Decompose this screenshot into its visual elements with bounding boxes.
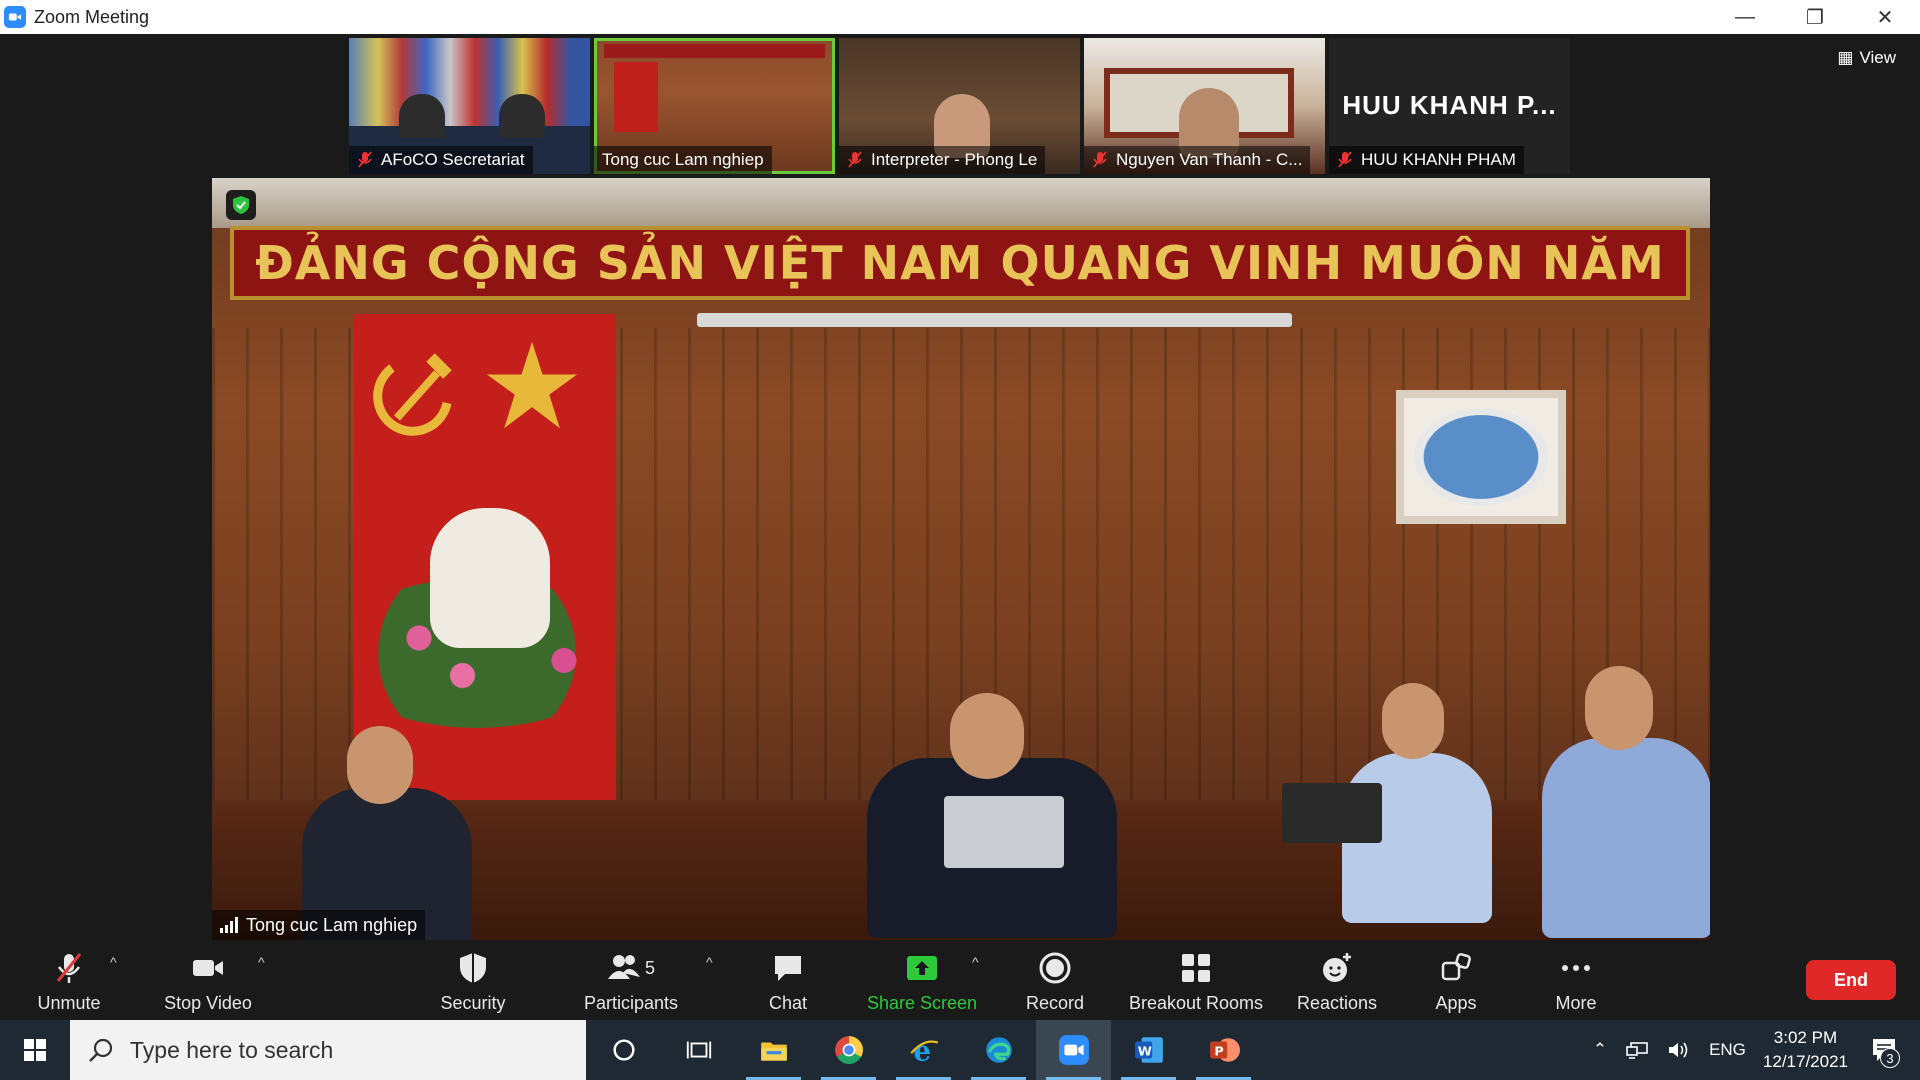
share-screen-icon — [902, 949, 942, 987]
breakout-rooms-button[interactable]: Breakout Rooms — [1126, 940, 1266, 1020]
zoom-app-icon — [4, 6, 26, 28]
internet-explorer-icon[interactable]: e — [886, 1020, 961, 1080]
muted-mic-icon — [1092, 151, 1108, 169]
restore-button[interactable]: ❐ — [1780, 0, 1850, 34]
wall-banner: ĐẢNG CỘNG SẢN VIỆT NAM QUANG VINH MUÔN N… — [230, 226, 1690, 300]
taskbar-search-box[interactable]: Type here to search — [70, 1020, 586, 1080]
participant-big-name: HUU KHANH P... — [1342, 90, 1557, 120]
notification-count-badge: 3 — [1880, 1048, 1900, 1068]
participant-thumbnail[interactable]: Nguyen Van Thanh - C... — [1084, 38, 1325, 174]
network-icon[interactable] — [1625, 1040, 1649, 1060]
participants-icon: 5 — [596, 949, 666, 987]
participant-name-label: HUU KHANH PHAM — [1329, 146, 1524, 174]
powerpoint-icon[interactable]: P — [1186, 1020, 1261, 1080]
video-options-caret[interactable]: ^ — [258, 954, 265, 970]
minimize-button[interactable]: — — [1710, 0, 1780, 34]
grid-view-icon: ▦ — [1837, 48, 1854, 67]
main-video[interactable]: ĐẢNG CỘNG SẢN VIỆT NAM QUANG VINH MUÔN N… — [212, 178, 1710, 940]
volume-icon[interactable] — [1667, 1040, 1691, 1060]
svg-text:e: e — [913, 1035, 931, 1066]
windows-logo-icon — [24, 1039, 46, 1061]
share-screen-button[interactable]: Share Screen — [862, 940, 982, 1020]
video-camera-icon — [188, 949, 228, 987]
start-button[interactable] — [0, 1020, 70, 1080]
reactions-button[interactable]: Reactions — [1290, 940, 1384, 1020]
stop-video-button[interactable]: Stop Video — [160, 940, 256, 1020]
hammer-sickle-icon — [373, 353, 452, 436]
svg-text:W: W — [1137, 1044, 1151, 1059]
chrome-icon[interactable] — [811, 1020, 886, 1080]
participants-count: 5 — [644, 957, 655, 978]
thumbnail-strip: AFoCO Secretariat Tong cuc Lam nghiep In… — [349, 38, 1570, 174]
participant-name-label: Nguyen Van Thanh - C... — [1084, 146, 1311, 174]
participant-name-label: Interpreter - Phong Le — [839, 146, 1046, 174]
clock-date: 12/17/2021 — [1762, 1052, 1848, 1071]
clock-time: 3:02 PM — [1773, 1028, 1838, 1047]
svg-text:P: P — [1214, 1044, 1223, 1059]
chat-bubble-icon — [768, 949, 808, 987]
more-dots-icon — [1556, 949, 1596, 987]
shield-icon — [453, 949, 493, 987]
meeting-area: AFoCO Secretariat Tong cuc Lam nghiep In… — [0, 34, 1920, 940]
title-bar: Zoom Meeting — ❐ ✕ — [0, 0, 1920, 34]
file-explorer-icon[interactable] — [736, 1020, 811, 1080]
share-options-caret[interactable]: ^ — [972, 954, 979, 970]
word-icon[interactable]: W — [1111, 1020, 1186, 1080]
cortana-icon[interactable] — [586, 1020, 661, 1080]
active-speaker-label: Tong cuc Lam nghiep — [212, 910, 426, 940]
close-button[interactable]: ✕ — [1850, 0, 1920, 34]
breakout-rooms-icon — [1176, 949, 1216, 987]
chevron-up-icon[interactable]: ⌃ — [1593, 1040, 1607, 1060]
audio-options-caret[interactable]: ^ — [110, 954, 117, 970]
unmute-button[interactable]: Unmute — [32, 940, 106, 1020]
search-icon — [89, 1038, 113, 1062]
encryption-shield-icon[interactable] — [226, 190, 256, 220]
language-indicator[interactable]: ENG — [1709, 1040, 1746, 1060]
system-tray: ⌃ ENG 3:02 PM 12/17/2021 3 — [1584, 1020, 1920, 1080]
muted-mic-icon — [357, 151, 373, 169]
more-button[interactable]: More — [1546, 940, 1606, 1020]
muted-mic-icon — [847, 151, 863, 169]
task-view-icon[interactable] — [661, 1020, 736, 1080]
edge-icon[interactable] — [961, 1020, 1036, 1080]
security-button[interactable]: Security — [436, 940, 510, 1020]
apps-icon — [1436, 949, 1476, 987]
apps-button[interactable]: Apps — [1428, 940, 1484, 1020]
chat-button[interactable]: Chat — [758, 940, 818, 1020]
meeting-toolbar: Unmute ^ Stop Video ^ Security 5 Partici… — [0, 940, 1920, 1020]
view-button[interactable]: ▦ View — [1827, 44, 1906, 72]
notifications-button[interactable]: 3 — [1864, 1030, 1904, 1070]
windows-taskbar: Type here to search e W P ⌃ ENG 3:02 PM … — [0, 1020, 1920, 1080]
muted-mic-icon — [1337, 151, 1353, 169]
record-button[interactable]: Record — [1020, 940, 1090, 1020]
participant-name-label: AFoCO Secretariat — [349, 146, 533, 174]
participant-name-label: Tong cuc Lam nghiep — [594, 146, 772, 174]
smiley-add-icon — [1317, 949, 1357, 987]
star-icon — [486, 341, 578, 429]
participant-thumbnail[interactable]: Interpreter - Phong Le — [839, 38, 1080, 174]
participant-thumbnail[interactable]: AFoCO Secretariat — [349, 38, 590, 174]
window-title: Zoom Meeting — [34, 6, 150, 27]
participant-thumbnail[interactable]: HUU KHANH P... HUU KHANH PHAM — [1329, 38, 1570, 174]
record-icon — [1035, 949, 1075, 987]
zoom-icon[interactable] — [1036, 1020, 1111, 1080]
participant-thumbnail-active[interactable]: Tong cuc Lam nghiep — [594, 38, 835, 174]
system-clock[interactable]: 3:02 PM 12/17/2021 — [1763, 1026, 1848, 1074]
participants-button[interactable]: 5 Participants — [580, 940, 682, 1020]
signal-strength-icon — [220, 917, 238, 933]
participants-options-caret[interactable]: ^ — [706, 954, 713, 970]
end-meeting-button[interactable]: End — [1806, 960, 1896, 1000]
muted-microphone-icon — [49, 949, 89, 987]
